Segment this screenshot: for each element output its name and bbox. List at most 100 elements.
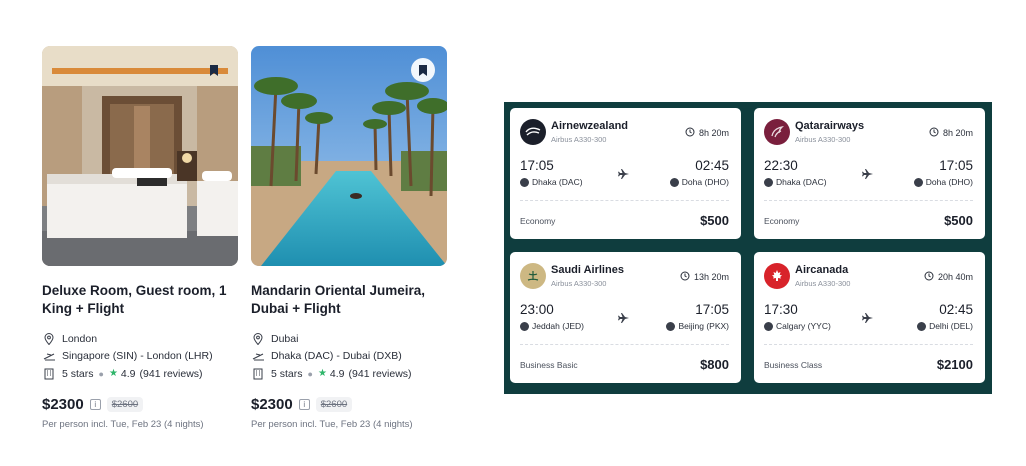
- hotel-route: Dhaka (DAC) - Dubai (DXB): [251, 348, 447, 365]
- building-icon: [251, 367, 265, 381]
- location-dot-icon: [764, 321, 773, 331]
- cabin-class: Economy: [764, 216, 800, 226]
- departure-airport: Calgary (YYC): [764, 321, 831, 331]
- hotel-room-image[interactable]: [42, 46, 238, 266]
- departure-time: 17:05: [520, 158, 554, 173]
- flight-duration: 8h 20m: [929, 127, 973, 139]
- aircanada-logo-icon: [764, 263, 790, 289]
- airline-name: Qatarairways: [795, 120, 865, 132]
- building-icon: [42, 367, 56, 381]
- departure-airport: Dhaka (DAC): [764, 177, 827, 187]
- hotel-rating: 5 stars ● ★ 4.9 (941 reviews): [42, 365, 238, 382]
- location-dot-icon: [917, 321, 927, 331]
- price-note: Per person incl. Tue, Feb 23 (4 nights): [251, 419, 413, 430]
- map-pin-icon: [42, 332, 56, 346]
- price-note: Per person incl. Tue, Feb 23 (4 nights): [42, 419, 204, 430]
- plane-route-icon: [251, 349, 265, 363]
- plane-icon: [862, 167, 874, 185]
- star-icon: ★: [108, 368, 118, 379]
- arrival-time: 02:45: [939, 302, 973, 317]
- dashed-divider: [520, 200, 729, 201]
- clock-icon: [685, 127, 695, 139]
- plane-route-icon: [42, 349, 56, 363]
- location-dot-icon: [764, 177, 773, 187]
- separator-dot: ●: [98, 368, 104, 379]
- flight-card[interactable]: Saudi Airlines Airbus A330-300 13h 20m 2…: [510, 252, 741, 383]
- flight-card[interactable]: Airnewzealand Airbus A330-300 8h 20m 17:…: [510, 108, 741, 239]
- qatarairways-logo-icon: [764, 119, 790, 145]
- reviews-link[interactable]: (941 reviews): [140, 368, 203, 380]
- aircraft-type: Airbus A330-300: [551, 135, 607, 144]
- reviews-link[interactable]: (941 reviews): [349, 368, 412, 380]
- arrival-time: 02:45: [695, 158, 729, 173]
- hotel-location: Dubai: [251, 330, 447, 347]
- aircraft-type: Airbus A330-300: [795, 279, 851, 288]
- arrival-airport: Doha (DHO): [913, 177, 973, 187]
- clock-icon: [924, 271, 934, 283]
- star-icon: ★: [317, 368, 327, 379]
- info-icon[interactable]: i: [89, 399, 101, 410]
- cabin-class: Economy: [520, 216, 556, 226]
- hotel-rating: 5 stars ● ★ 4.9 (941 reviews): [251, 365, 447, 382]
- info-icon[interactable]: i: [298, 399, 310, 410]
- flight-price: $500: [700, 213, 729, 228]
- dashed-divider: [764, 344, 973, 345]
- aircraft-type: Airbus A330-300: [795, 135, 851, 144]
- separator-dot: ●: [307, 368, 313, 379]
- departure-airport: Jeddah (JED): [520, 321, 584, 331]
- plane-icon: [618, 311, 630, 329]
- dashed-divider: [520, 344, 729, 345]
- bookmark-button[interactable]: [202, 58, 226, 82]
- hotel-location: London: [42, 330, 238, 347]
- flight-duration: 20h 40m: [924, 271, 973, 283]
- flight-price: $800: [700, 357, 729, 372]
- airline-name: Aircanada: [795, 264, 849, 276]
- airline-name: Airnewzealand: [551, 120, 629, 132]
- location-dot-icon: [666, 321, 676, 331]
- flights-panel: Airnewzealand Airbus A330-300 8h 20m 17:…: [504, 102, 992, 394]
- departure-time: 23:00: [520, 302, 554, 317]
- flight-price: $2100: [936, 357, 973, 372]
- airnewzealand-logo-icon: [520, 119, 546, 145]
- location-dot-icon: [520, 177, 529, 187]
- arrival-airport: Beijing (PKX): [666, 321, 729, 331]
- arrival-airport: Doha (DHO): [669, 177, 729, 187]
- bookmark-button[interactable]: [411, 58, 435, 82]
- plane-icon: [862, 311, 874, 329]
- arrival-time: 17:05: [939, 158, 973, 173]
- flight-card[interactable]: Aircanada Airbus A330-300 20h 40m 17:30 …: [754, 252, 985, 383]
- dashed-divider: [764, 200, 973, 201]
- hotel-price: $2300: [42, 396, 84, 413]
- aircraft-type: Airbus A330-300: [551, 279, 607, 288]
- old-price: $2600: [315, 397, 353, 412]
- cabin-class: Business Class: [764, 360, 823, 370]
- hotel-route: Singapore (SIN) - London (LHR): [42, 348, 238, 365]
- cabin-class: Business Basic: [520, 360, 578, 370]
- hotel-title[interactable]: Deluxe Room, Guest room, 1 King + Flight: [42, 282, 238, 318]
- location-dot-icon: [669, 177, 679, 187]
- hotel-card[interactable]: Deluxe Room, Guest room, 1 King + Flight…: [42, 46, 238, 430]
- flight-card[interactable]: Qatarairways Airbus A330-300 8h 20m 22:3…: [754, 108, 985, 239]
- bookmark-icon: [209, 64, 219, 77]
- hotel-title[interactable]: Mandarin Oriental Jumeira, Dubai + Fligh…: [251, 282, 447, 318]
- departure-time: 17:30: [764, 302, 798, 317]
- flight-price: $500: [944, 213, 973, 228]
- hotel-card[interactable]: Mandarin Oriental Jumeira, Dubai + Fligh…: [251, 46, 447, 430]
- hotel-price: $2300: [251, 396, 293, 413]
- location-dot-icon: [520, 321, 529, 331]
- hotel-pool-image[interactable]: [251, 46, 447, 266]
- saudi-airlines-logo-icon: [520, 263, 546, 289]
- map-pin-icon: [251, 332, 265, 346]
- location-dot-icon: [913, 177, 923, 187]
- flight-duration: 13h 20m: [680, 271, 729, 283]
- flight-duration: 8h 20m: [685, 127, 729, 139]
- departure-airport: Dhaka (DAC): [520, 177, 583, 187]
- airline-name: Saudi Airlines: [551, 264, 624, 276]
- arrival-airport: Delhi (DEL): [917, 321, 973, 331]
- plane-icon: [618, 167, 630, 185]
- clock-icon: [680, 271, 690, 283]
- arrival-time: 17:05: [695, 302, 729, 317]
- departure-time: 22:30: [764, 158, 798, 173]
- bookmark-icon: [418, 64, 428, 77]
- clock-icon: [929, 127, 939, 139]
